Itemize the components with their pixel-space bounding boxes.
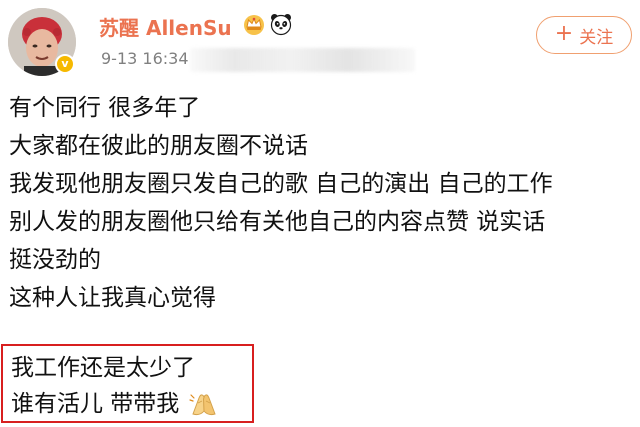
post-timestamp: 9-13 16:34: [101, 49, 189, 68]
post-text-line: 别人发的朋友圈他只给有关他自己的内容点赞 说实话: [9, 209, 546, 235]
crown-icon: [244, 15, 264, 35]
post-header: v 苏醒 AllenSu 9-13 16:34 + 关注: [0, 0, 640, 90]
pressed-hands-emoji-icon: [189, 394, 216, 416]
highlighted-text: 谁有活儿 带带我: [11, 391, 180, 417]
post-text-line: 这种人让我真心觉得: [9, 285, 216, 311]
follow-button[interactable]: + 关注: [536, 16, 632, 54]
post-text-line: 挺没劲的: [9, 247, 101, 273]
highlighted-text-line: 我工作还是太少了: [11, 355, 195, 381]
highlighted-text-line-with-emoji: 谁有活儿 带带我: [11, 388, 219, 421]
follow-button-label: 关注: [579, 27, 614, 48]
blurred-meta-info: [190, 48, 415, 72]
post-text-line: 有个同行 很多年了: [9, 95, 201, 121]
plus-icon: +: [554, 21, 574, 46]
post-text-line: 我发现他朋友圈只发自己的歌 自己的演出 自己的工作: [9, 171, 553, 197]
username[interactable]: 苏醒 AllenSu: [99, 12, 232, 41]
panda-icon: [270, 14, 292, 36]
highlight-box: 我工作还是太少了 谁有活儿 带带我: [1, 344, 254, 423]
post-text-line: 大家都在彼此的朋友圈不说话: [9, 133, 308, 159]
verified-badge-icon: v: [55, 54, 75, 74]
